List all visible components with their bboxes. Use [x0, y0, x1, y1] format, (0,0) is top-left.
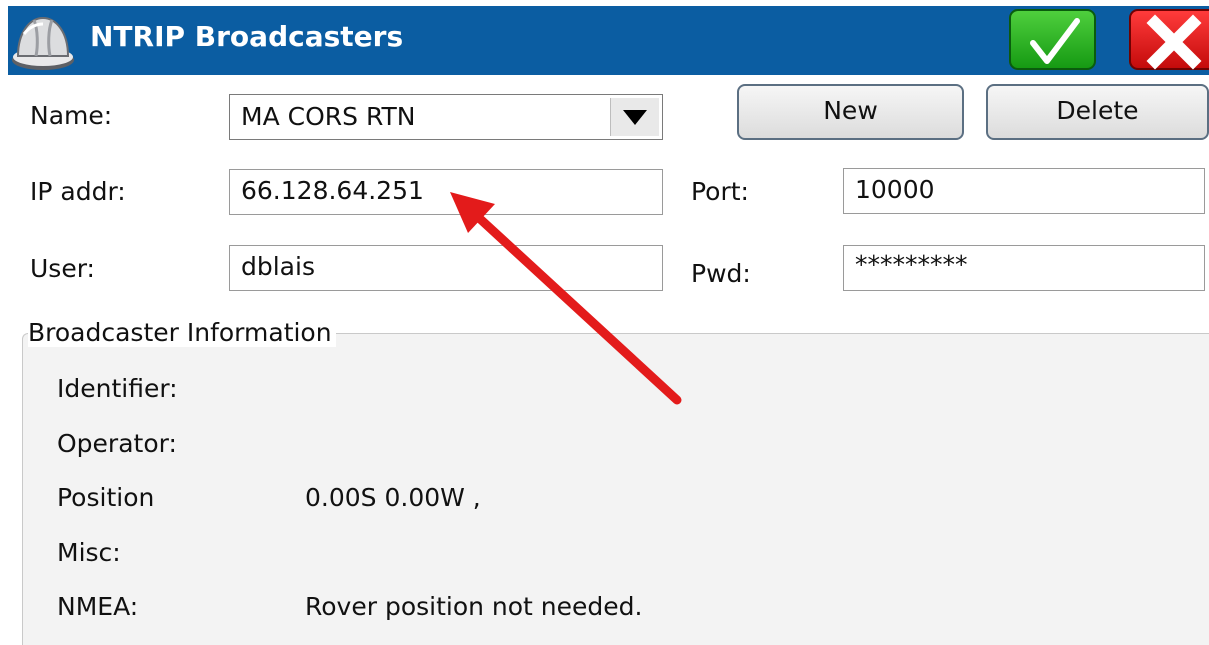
ip-address-field[interactable]: 66.128.64.251: [229, 169, 663, 215]
password-label: Pwd:: [691, 259, 751, 288]
hard-hat-icon: [10, 10, 76, 74]
new-button[interactable]: New: [737, 84, 964, 140]
port-field[interactable]: 10000: [843, 168, 1205, 214]
title-bar: NTRIP Broadcasters: [8, 6, 1209, 75]
checkmark-icon: [1030, 18, 1080, 64]
user-label: User:: [30, 254, 95, 283]
ok-button[interactable]: [1009, 9, 1096, 70]
ip-address-label: IP addr:: [30, 177, 126, 206]
ntrip-broadcasters-screen: NTRIP Broadcasters Name: MA CORS RTN New…: [0, 0, 1209, 645]
position-value: 0.00S 0.00W ,: [305, 483, 481, 512]
chevron-down-icon[interactable]: [610, 98, 659, 136]
user-field[interactable]: dblais: [229, 245, 663, 291]
broadcaster-info-title: Broadcaster Information: [28, 318, 336, 347]
password-field[interactable]: *********: [843, 245, 1205, 291]
name-dropdown-value: MA CORS RTN: [241, 102, 416, 131]
close-x-icon: [1146, 14, 1202, 70]
name-label: Name:: [30, 101, 113, 130]
position-label: Position: [57, 483, 155, 512]
nmea-value: Rover position not needed.: [305, 592, 643, 621]
identifier-label: Identifier:: [57, 374, 178, 403]
operator-label: Operator:: [57, 429, 177, 458]
cancel-button[interactable]: [1129, 9, 1209, 70]
delete-button[interactable]: Delete: [986, 84, 1209, 140]
misc-label: Misc:: [57, 538, 121, 567]
port-label: Port:: [691, 177, 749, 206]
window-title: NTRIP Broadcasters: [90, 20, 404, 53]
name-dropdown[interactable]: MA CORS RTN: [229, 94, 663, 140]
nmea-label: NMEA:: [57, 592, 139, 621]
